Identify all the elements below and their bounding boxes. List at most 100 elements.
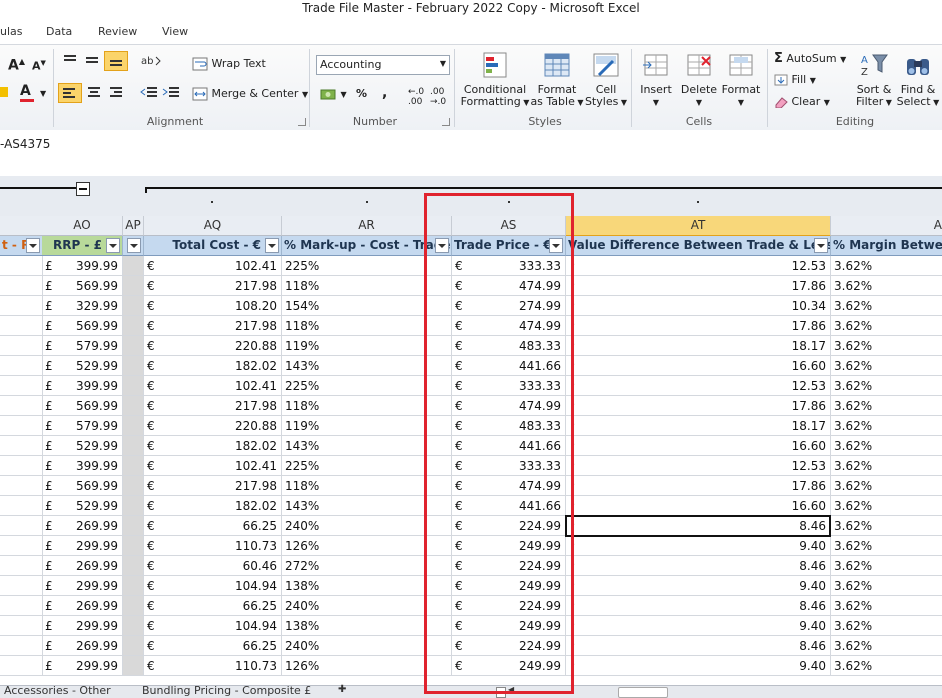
cell[interactable] — [0, 376, 43, 396]
cell-total-cost[interactable]: €182.02 — [144, 356, 282, 376]
cell-markup[interactable]: 126% — [282, 656, 452, 676]
column-header-ao[interactable]: AO — [42, 216, 123, 236]
decrease-indent-icon[interactable] — [140, 85, 158, 99]
cell-trade-price[interactable]: €483.33 — [452, 416, 566, 436]
conditional-formatting-button[interactable]: Conditional Formatting ▼ — [460, 51, 530, 109]
cell-markup[interactable]: 225% — [282, 376, 452, 396]
cell[interactable] — [123, 556, 144, 576]
cell-rrp[interactable]: £569.99 — [42, 476, 123, 496]
horizontal-split-handle[interactable] — [496, 687, 506, 698]
cell-value-difference[interactable]: · 17.86 — [566, 316, 831, 336]
cell[interactable] — [123, 436, 144, 456]
column-header-as[interactable]: AS — [452, 216, 566, 236]
cell-rrp[interactable]: £269.99 — [42, 636, 123, 656]
cell-markup[interactable]: 154% — [282, 296, 452, 316]
cell[interactable] — [0, 576, 43, 596]
cell-margin[interactable]: 3.62% — [831, 616, 942, 636]
cell[interactable] — [123, 456, 144, 476]
cell[interactable] — [123, 256, 144, 276]
filter-dropdown-icon[interactable] — [814, 238, 828, 253]
cell-value-difference[interactable]: · 9.40 — [566, 616, 831, 636]
cell[interactable] — [123, 296, 144, 316]
cell-trade-price[interactable]: €474.99 — [452, 316, 566, 336]
cell-value-difference[interactable]: · 9.40 — [566, 536, 831, 556]
cell-margin[interactable]: 3.62% — [831, 396, 942, 416]
fill-color-icon[interactable] — [0, 87, 8, 97]
insert-button[interactable]: Insert ▼ — [636, 51, 676, 109]
cell-total-cost[interactable]: €60.46 — [144, 556, 282, 576]
cell-trade-price[interactable]: €249.99 — [452, 536, 566, 556]
cell-trade-price[interactable]: €224.99 — [452, 636, 566, 656]
filter-dropdown-icon[interactable] — [106, 238, 120, 253]
cell-value-difference[interactable]: · 16.60 — [566, 496, 831, 516]
formula-bar[interactable]: -AS4375 — [0, 130, 942, 177]
cell-rrp[interactable]: £569.99 — [42, 276, 123, 296]
cell-value-difference[interactable]: · 17.86 — [566, 396, 831, 416]
number-format-select[interactable]: Accounting ▼ — [316, 55, 450, 75]
cell-margin[interactable]: 3.62% — [831, 456, 942, 476]
filter-dropdown-icon[interactable] — [26, 238, 40, 253]
cell[interactable] — [123, 356, 144, 376]
cell-rrp[interactable]: £579.99 — [42, 416, 123, 436]
wrap-text-button[interactable]: Wrap Text — [192, 57, 266, 71]
cell-markup[interactable]: 240% — [282, 636, 452, 656]
align-middle-icon[interactable] — [84, 53, 100, 67]
cell-value-difference[interactable]: · 12.53 — [566, 456, 831, 476]
merge-center-button[interactable]: Merge & Center ▼ — [192, 87, 308, 101]
cell[interactable] — [0, 316, 43, 336]
cell-margin[interactable]: 3.62% — [831, 316, 942, 336]
percent-style-button[interactable]: % — [356, 87, 367, 100]
cell-total-cost[interactable]: €102.41 — [144, 256, 282, 276]
cell[interactable] — [0, 616, 43, 636]
cell[interactable] — [0, 416, 43, 436]
column-header-aq[interactable]: AQ — [144, 216, 282, 236]
cell[interactable] — [123, 416, 144, 436]
cell[interactable] — [0, 556, 43, 576]
cell-total-cost[interactable]: €110.73 — [144, 656, 282, 676]
cell[interactable] — [0, 436, 43, 456]
cell-value-difference[interactable]: · 10.34 — [566, 296, 831, 316]
cell-value-difference[interactable]: · 18.17 — [566, 336, 831, 356]
cell-rrp[interactable]: £529.99 — [42, 356, 123, 376]
cell-trade-price[interactable]: €274.99 — [452, 296, 566, 316]
cell[interactable] — [123, 316, 144, 336]
cell-rrp[interactable]: £269.99 — [42, 596, 123, 616]
cell-trade-price[interactable]: €333.33 — [452, 456, 566, 476]
clear-button[interactable]: Clear ▼ — [774, 95, 830, 108]
cell-total-cost[interactable]: €217.98 — [144, 316, 282, 336]
cell-total-cost[interactable]: €108.20 — [144, 296, 282, 316]
cell-value-difference[interactable]: · 9.40 — [566, 576, 831, 596]
cell-markup[interactable]: 143% — [282, 356, 452, 376]
align-center-icon[interactable] — [86, 85, 102, 99]
cell-trade-price[interactable]: €441.66 — [452, 356, 566, 376]
cell-trade-price[interactable]: €224.99 — [452, 516, 566, 536]
cell[interactable] — [0, 536, 43, 556]
cell-rrp[interactable]: £299.99 — [42, 576, 123, 596]
cell-trade-price[interactable]: €224.99 — [452, 596, 566, 616]
cell-value-difference[interactable]: · 16.60 — [566, 356, 831, 376]
cell-trade-price[interactable]: €333.33 — [452, 256, 566, 276]
cell-markup[interactable]: 138% — [282, 616, 452, 636]
cell-markup[interactable]: 225% — [282, 256, 452, 276]
scroll-left-icon[interactable]: ◀ — [508, 685, 514, 694]
cell-margin[interactable]: 3.62% — [831, 496, 942, 516]
cell-value-difference[interactable]: · 18.17 — [566, 416, 831, 436]
cell[interactable] — [123, 276, 144, 296]
cell[interactable] — [0, 456, 43, 476]
cell-total-cost[interactable]: €182.02 — [144, 436, 282, 456]
cell-rrp[interactable]: £299.99 — [42, 536, 123, 556]
cell-margin[interactable]: 3.62% — [831, 596, 942, 616]
grow-font-icon[interactable]: A▲ — [8, 57, 25, 74]
cell[interactable] — [0, 276, 43, 296]
cell-value-difference[interactable]: · 16.60 — [566, 436, 831, 456]
cell-trade-price[interactable]: €249.99 — [452, 616, 566, 636]
decrease-decimal-icon[interactable]: .00 →.0 — [430, 87, 446, 107]
cell[interactable] — [123, 636, 144, 656]
delete-button[interactable]: Delete ▼ — [678, 51, 720, 109]
filter-dropdown-icon[interactable] — [549, 238, 563, 253]
align-left-icon[interactable] — [58, 83, 82, 103]
cell-styles-button[interactable]: Cell Styles ▼ — [584, 51, 628, 109]
align-top-icon[interactable] — [62, 53, 78, 67]
cell[interactable] — [123, 516, 144, 536]
cell-margin[interactable]: 3.62% — [831, 376, 942, 396]
